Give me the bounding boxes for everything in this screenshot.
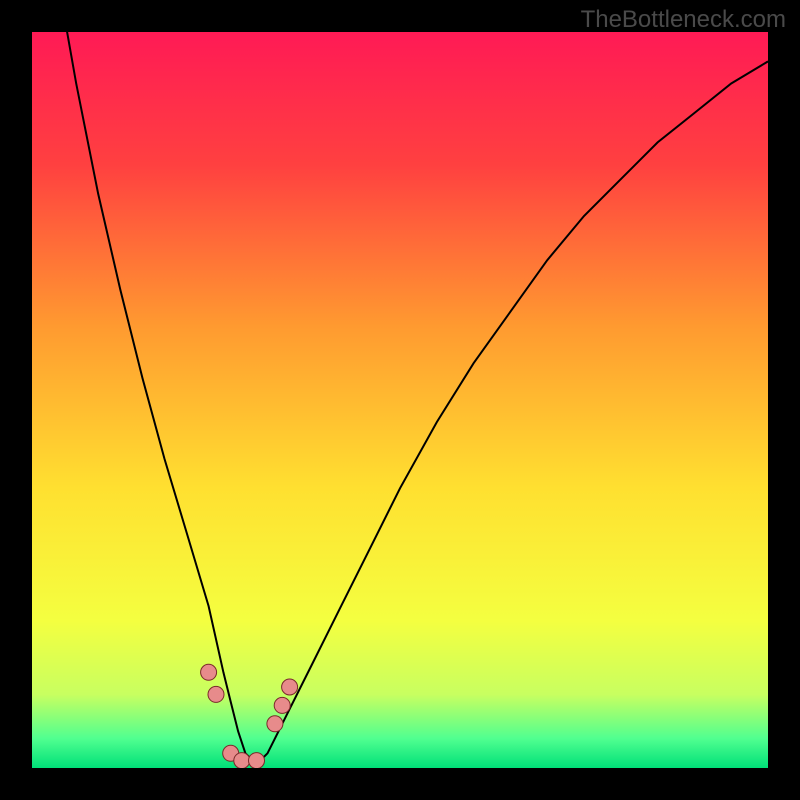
data-marker: [274, 697, 290, 713]
data-marker: [249, 753, 265, 768]
watermark-text: TheBottleneck.com: [581, 6, 786, 34]
data-marker: [201, 664, 217, 680]
data-marker: [267, 716, 283, 732]
data-marker: [234, 753, 250, 768]
data-marker: [208, 686, 224, 702]
chart-svg: [32, 32, 768, 768]
chart-frame: TheBottleneck.com: [0, 0, 800, 800]
data-marker: [282, 679, 298, 695]
